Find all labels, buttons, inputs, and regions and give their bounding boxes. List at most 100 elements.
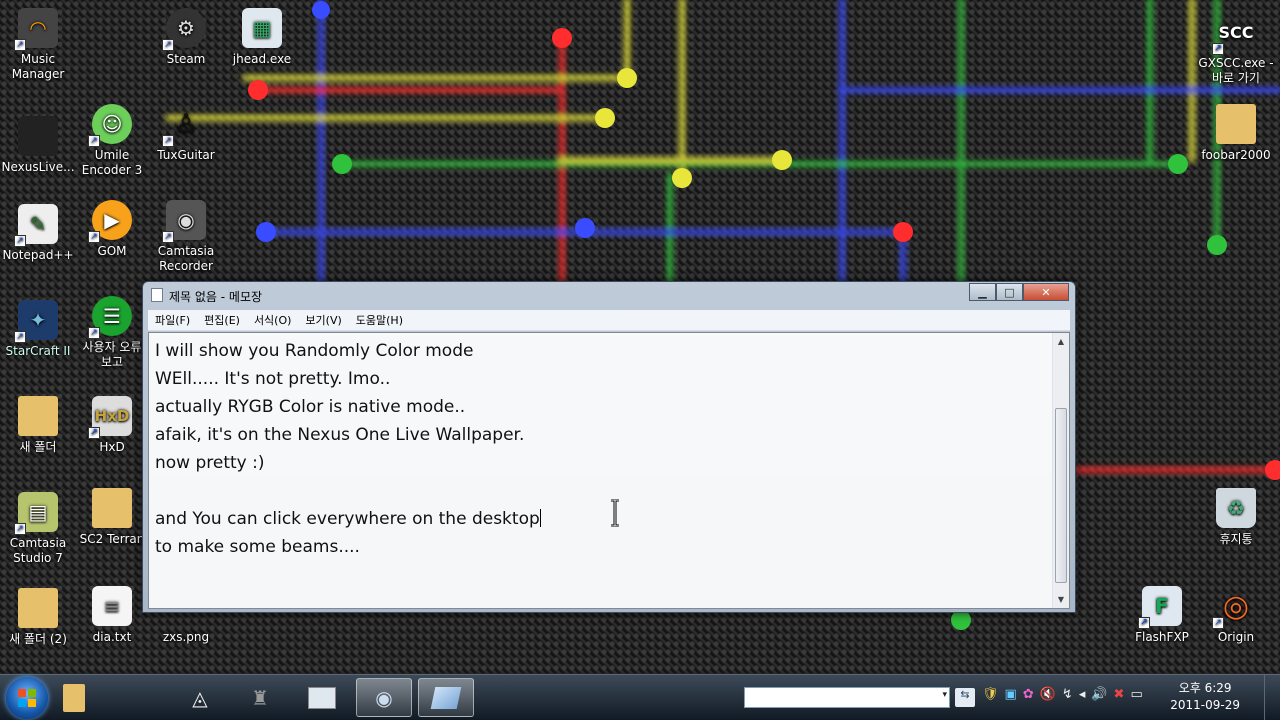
menu-bar: 파일(F) 편집(E) 서식(O) 보기(V) 도움말(H) (148, 310, 1070, 331)
icon-label: 새 폴더 (19, 440, 57, 454)
menu-format[interactable]: 서식(O) (247, 312, 298, 328)
desktop-icon-hxd[interactable]: HxD ↗ HxD (74, 396, 150, 455)
text-line: to make some beams.... (155, 537, 360, 557)
clock-date: 2011-09-29 (1170, 698, 1240, 712)
system-tray: 🛡 ▣ ✿ 🔇 ↯ ◂ 🔊 ✖ ▭ (982, 687, 1143, 702)
scroll-up-arrow-icon[interactable]: ▲ (1053, 333, 1069, 350)
headphones-icon: ◠ ↗ (14, 8, 58, 51)
icon-label: 휴지통 (1219, 532, 1253, 546)
text-editor[interactable]: I will show you Randomly Color mode WEll… (148, 332, 1070, 609)
icon-label: TuxGuitar (157, 148, 215, 162)
desktop-icon-sc2-terran[interactable]: SC2 Terran (74, 488, 150, 547)
icon-label: dia.txt (92, 630, 132, 644)
icon-label: foobar2000 (1201, 148, 1271, 162)
taskbar-notepad[interactable] (418, 678, 474, 717)
icon-label: Camtasia Recorder (157, 244, 215, 273)
start-button[interactable] (6, 677, 48, 719)
scroll-down-arrow-icon[interactable]: ▼ (1053, 591, 1069, 608)
menu-file[interactable]: 파일(F) (148, 312, 197, 328)
taskbar-jhead[interactable] (294, 678, 350, 717)
window-title: 제목 없음 - 메모장 (169, 290, 263, 304)
tux-icon: ♙ ↗ (162, 104, 206, 147)
dropdown-arrow-icon[interactable]: ▾ (942, 690, 947, 700)
text-line: now pretty :) (155, 453, 265, 473)
app-icon: ♜ (251, 685, 269, 710)
tray-app-icon[interactable]: ↯ (1062, 687, 1073, 702)
go-button[interactable]: ⇆ (955, 688, 975, 707)
icon-label: FlashFXP (1135, 630, 1189, 644)
flashfxp-icon: F ↗ (1138, 586, 1182, 629)
camtasia-icon: ▤ ↗ (14, 492, 58, 535)
desktop-icon-flashfxp[interactable]: F ↗ FlashFXP (1124, 586, 1200, 645)
taskbar-camtasia-recorder[interactable]: ◉ (356, 678, 412, 717)
maximize-button[interactable]: □ (996, 283, 1023, 301)
desktop-icon-starcraft[interactable]: ✦ ↗ StarCraft II (0, 300, 76, 359)
desktop-icon-new-folder[interactable]: 새 폴더 (0, 396, 76, 455)
folder-icon (18, 588, 58, 628)
text-line: I will show you Randomly Color mode (155, 341, 474, 361)
icon-label: Steam (166, 52, 206, 66)
desktop-icon-recycle-bin[interactable]: ♻ 휴지통 (1198, 488, 1274, 547)
desktop-icon-camtasia-recorder[interactable]: ◉ ↗ Camtasia Recorder (148, 200, 224, 274)
desktop-icon-error-report[interactable]: ☰ ↗ 사용자 오류 보고 (74, 296, 150, 370)
desktop-icon-camtasia-studio[interactable]: ▤ ↗ Camtasia Studio 7 (0, 492, 76, 566)
recorder-icon: ◉ (375, 685, 393, 710)
icon-label: 새 폴더 (2) (9, 632, 67, 646)
action-center-icon[interactable]: ▭ (1130, 687, 1142, 702)
tray-app-icon[interactable]: ✿ (1023, 687, 1034, 702)
taskbar-explorer[interactable] (46, 678, 102, 717)
folder-icon (1216, 104, 1256, 144)
tray-app-icon[interactable]: ◂ (1079, 687, 1086, 702)
vertical-scrollbar[interactable]: ▲ ▼ (1052, 333, 1069, 608)
volume-icon[interactable]: 🔊 (1091, 687, 1107, 702)
text-line: afaik, it's on the Nexus One Live Wallpa… (155, 425, 525, 445)
hxd-icon: HxD ↗ (88, 396, 132, 439)
icon-label: GOM (97, 244, 127, 258)
address-input[interactable]: ▾ (744, 687, 950, 708)
security-icon[interactable]: 🛡 (982, 687, 999, 702)
menu-help[interactable]: 도움말(H) (349, 312, 410, 328)
title-bar[interactable]: 제목 없음 - 메모장 ▁ □ ✕ (143, 282, 1075, 308)
tray-app-icon[interactable]: ▣ (1005, 687, 1017, 702)
exe-icon: ▦ (242, 8, 282, 48)
desktop-icon-dia-txt[interactable]: ≡ dia.txt (74, 586, 150, 645)
scc-icon: SCC ↗ (1212, 12, 1256, 55)
close-button[interactable]: ✕ (1023, 283, 1069, 301)
taskbar-foobar[interactable]: ◬ (172, 678, 228, 717)
desktop-icon-foobar2000[interactable]: foobar2000 (1198, 104, 1274, 163)
menu-edit[interactable]: 편집(E) (197, 312, 247, 328)
clock[interactable]: 오후 6:29 2011-09-29 (1170, 680, 1240, 714)
show-desktop-button[interactable] (1264, 675, 1280, 720)
desktop-icon-music-manager[interactable]: ◠ ↗ Music Manager (0, 8, 76, 82)
icon-label: Umile Encoder 3 (81, 148, 143, 177)
notepad-window[interactable]: 제목 없음 - 메모장 ▁ □ ✕ 파일(F) 편집(E) 서식(O) 보기(V… (142, 281, 1076, 613)
desktop-icon-umile[interactable]: ☺ ↗ Umile Encoder 3 (74, 104, 150, 178)
desktop-icon-tuxguitar[interactable]: ♙ ↗ TuxGuitar (148, 104, 224, 163)
desktop-icon-steam[interactable]: ⚙ ↗ Steam (148, 8, 224, 67)
ibeam-cursor-icon (611, 499, 619, 527)
report-icon: ☰ ↗ (88, 296, 132, 339)
notepad-icon (151, 288, 163, 302)
taskbar: ◬ ♜ ◉ ▾ ⇆ 🛡 ▣ ✿ 🔇 ↯ ◂ 🔊 ✖ ▭ 오후 6:29 2011… (0, 674, 1280, 720)
icon-label: GXSCC.exe - 바로 가기 (1198, 56, 1274, 85)
network-icon[interactable]: ✖ (1114, 687, 1125, 702)
scrollbar-thumb[interactable] (1055, 408, 1067, 583)
icon-label: HxD (99, 440, 125, 454)
taskbar-app[interactable]: ♜ (232, 678, 288, 717)
origin-icon: ◎ ↗ (1212, 586, 1256, 629)
desktop-icon-notepadpp[interactable]: ✎ ↗ Notepad++ (0, 204, 76, 263)
desktop-icon-gxscc[interactable]: SCC ↗ GXSCC.exe - 바로 가기 (1198, 12, 1274, 86)
text-caret (539, 509, 541, 527)
icon-label: SC2 Terran (79, 532, 145, 546)
desktop-icon-jhead[interactable]: ▦ jhead.exe (224, 8, 300, 67)
desktop-icon-nexuslive[interactable]: NexusLive... (0, 116, 76, 175)
menu-view[interactable]: 보기(V) (298, 312, 348, 328)
desktop-icon-origin[interactable]: ◎ ↗ Origin (1198, 586, 1274, 645)
desktop-icon-gom[interactable]: ▶ ↗ GOM (74, 200, 150, 259)
minimize-button[interactable]: ▁ (969, 283, 996, 301)
text-line: actually RYGB Color is native mode.. (155, 397, 466, 417)
desktop-icon-new-folder-2[interactable]: 새 폴더 (2) (0, 588, 76, 647)
icon-label: NexusLive... (1, 160, 75, 174)
exe-icon (308, 686, 336, 709)
tray-app-icon[interactable]: 🔇 (1040, 687, 1056, 702)
